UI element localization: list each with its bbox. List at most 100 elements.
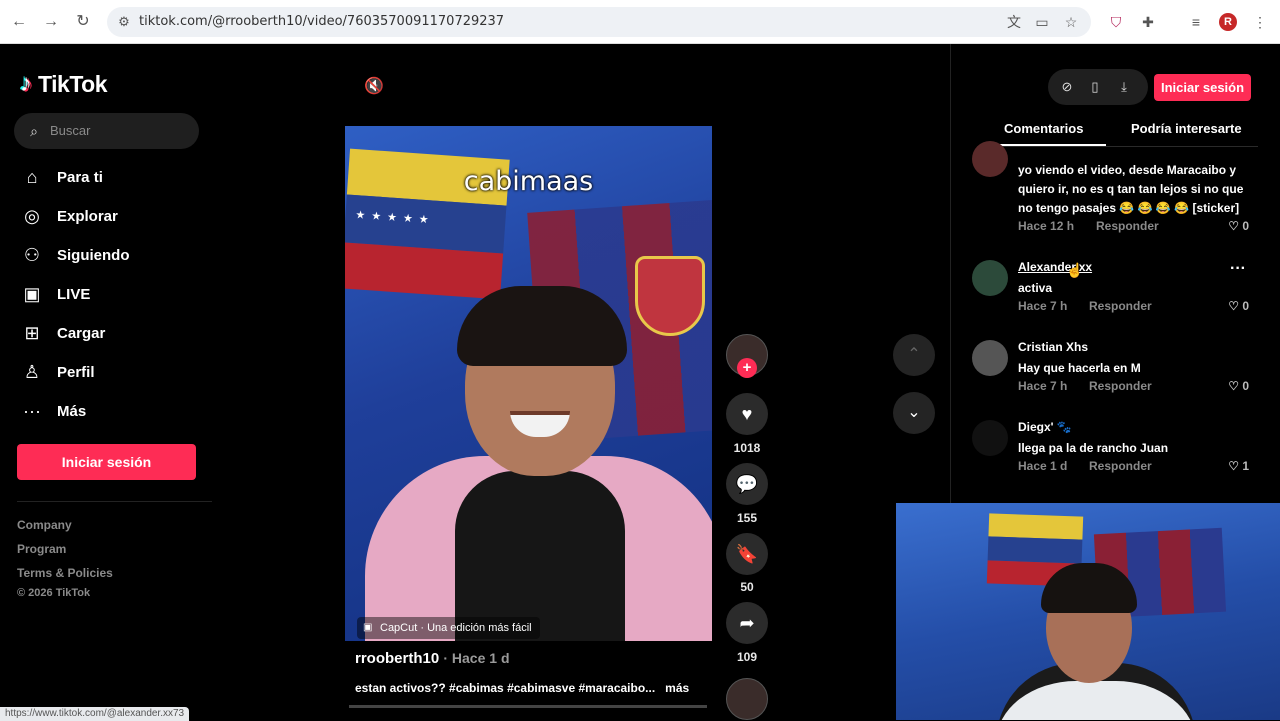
heart-outline-icon: ♡ bbox=[1228, 459, 1243, 473]
comment-like[interactable]: ♡ 1 bbox=[1228, 459, 1249, 473]
bookmark-star-icon[interactable]: ☆ bbox=[1061, 12, 1081, 32]
sidebar-item-para-ti[interactable]: ⌂ Para ti bbox=[20, 161, 210, 193]
chevron-down-icon: ⌄ bbox=[907, 404, 921, 421]
mute-icon[interactable]: 🔇 bbox=[362, 76, 386, 98]
tiktok-logo[interactable]: ♪ TikTok bbox=[20, 68, 108, 100]
comment-time: Hace 7 h bbox=[1018, 379, 1068, 393]
sidebar-item-explorar[interactable]: ◎ Explorar bbox=[20, 200, 210, 232]
reply-button[interactable]: Responder bbox=[1089, 379, 1152, 393]
url-text[interactable]: tiktok.com/@rrooberth10/video/7603570091… bbox=[139, 14, 504, 29]
next-creator-avatar[interactable] bbox=[726, 678, 768, 720]
search-input[interactable]: ⌕ Buscar bbox=[14, 113, 199, 149]
home-icon: ⌂ bbox=[26, 167, 38, 187]
forward-icon[interactable]: → bbox=[40, 11, 62, 33]
avatar[interactable] bbox=[972, 260, 1008, 296]
share-arrow-icon: ➦ bbox=[739, 613, 755, 633]
footer-company[interactable]: Company bbox=[17, 518, 72, 532]
comment-button[interactable]: 💬 bbox=[726, 463, 768, 505]
phone-icon[interactable]: ▯ bbox=[1086, 78, 1104, 96]
install-app-icon[interactable]: ▭ bbox=[1032, 12, 1052, 32]
comment-author[interactable]: Diegx' 🐾 bbox=[1018, 420, 1072, 434]
tiktok-note-icon: ♪ bbox=[20, 70, 32, 97]
sidebar-divider bbox=[17, 501, 212, 502]
coin-icon[interactable]: ⊘ bbox=[1058, 78, 1076, 96]
sidebar-item-mas[interactable]: ··· Más bbox=[20, 395, 210, 427]
panel-login-button[interactable]: Iniciar sesión bbox=[1154, 74, 1251, 101]
avatar[interactable] bbox=[972, 141, 1008, 177]
video-author[interactable]: rrooberth10 · Hace 1 d bbox=[355, 650, 510, 667]
compass-icon: ◎ bbox=[24, 206, 40, 226]
comment-item: Cristian Xhs Hay que hacerla en M Hace 7… bbox=[972, 340, 1257, 396]
profile-avatar[interactable]: R bbox=[1219, 13, 1237, 31]
comment-like[interactable]: ♡ 0 bbox=[1228, 299, 1249, 313]
comment-time: Hace 12 h bbox=[1018, 219, 1075, 233]
fcb-crest bbox=[635, 256, 705, 336]
footer-terms[interactable]: Terms & Policies bbox=[17, 566, 113, 580]
sidebar-item-cargar[interactable]: ⊞ Cargar bbox=[20, 317, 210, 349]
chrome-menu-icon[interactable]: ⋮ bbox=[1250, 12, 1270, 32]
follow-plus-icon[interactable]: + bbox=[737, 358, 757, 378]
comment-like[interactable]: ♡ 0 bbox=[1228, 219, 1249, 233]
video-time: · Hace 1 d bbox=[443, 650, 510, 666]
avatar[interactable] bbox=[972, 420, 1008, 456]
save-count: 50 bbox=[740, 580, 754, 594]
footer-program[interactable]: Program bbox=[17, 542, 66, 556]
video-caption: cabimaas bbox=[463, 166, 594, 197]
tab-podria-interesarte[interactable]: Podría interesarte bbox=[1131, 121, 1242, 136]
video-description: estan activos?? #cabimas #cabimasve #mar… bbox=[355, 681, 690, 695]
share-button[interactable]: ➦ bbox=[726, 602, 768, 644]
reply-button[interactable]: Responder bbox=[1096, 219, 1159, 233]
avatar[interactable] bbox=[972, 340, 1008, 376]
reply-button[interactable]: Responder bbox=[1089, 299, 1152, 313]
address-bar[interactable]: ⚙ tiktok.com/@rrooberth10/video/76035700… bbox=[107, 7, 1091, 37]
person-shirt bbox=[455, 471, 625, 641]
mouse-cursor-icon: ☝ bbox=[1066, 262, 1084, 278]
login-button[interactable]: Iniciar sesión bbox=[17, 444, 196, 480]
person-hair bbox=[457, 286, 627, 366]
heart-outline-icon: ♡ bbox=[1228, 299, 1243, 313]
heart-outline-icon: ♡ bbox=[1228, 379, 1243, 393]
next-video-button[interactable]: ⌄ bbox=[893, 392, 935, 434]
video-progress-bar[interactable] bbox=[349, 705, 707, 708]
like-button[interactable]: ♥ bbox=[726, 393, 768, 435]
live-icon: ▣ bbox=[23, 284, 41, 304]
following-icon: ⚇ bbox=[23, 245, 41, 265]
reply-button[interactable]: Responder bbox=[1089, 459, 1152, 473]
sidebar-item-perfil[interactable]: ♙ Perfil bbox=[20, 356, 210, 388]
browser-toolbar: ← → ↻ ⚙ tiktok.com/@rrooberth10/video/76… bbox=[0, 0, 1280, 44]
site-settings-icon[interactable]: ⚙ bbox=[115, 13, 133, 31]
comment-text: yo viendo el video, desde Maracaibo y qu… bbox=[1018, 163, 1244, 215]
extensions-puzzle-icon[interactable]: ✚ bbox=[1138, 12, 1158, 32]
capcut-tag[interactable]: ▣ CapCut · Una edición más fácil bbox=[357, 617, 540, 639]
tab-comentarios[interactable]: Comentarios bbox=[1004, 121, 1083, 136]
chevron-up-icon: ⌃ bbox=[907, 346, 921, 363]
panel-toolbar: ⊘ ▯ ⤓ bbox=[1048, 69, 1148, 105]
video-player[interactable]: ★★★★★ cabimaas ▣ CapCut · Una edición má… bbox=[345, 126, 712, 641]
media-controls-icon[interactable]: ≡ bbox=[1186, 12, 1206, 32]
sidebar-item-siguiendo[interactable]: ⚇ Siguiendo bbox=[20, 239, 210, 271]
share-count: 109 bbox=[736, 650, 758, 664]
more-link[interactable]: más bbox=[665, 681, 689, 695]
author-name[interactable]: rrooberth10 bbox=[355, 650, 439, 667]
status-bar-url: https://www.tiktok.com/@alexander.xx73 bbox=[0, 707, 190, 721]
capcut-icon: ▣ bbox=[363, 622, 373, 633]
download-icon[interactable]: ⤓ bbox=[1115, 78, 1133, 96]
webcam-overlay bbox=[896, 503, 1280, 720]
save-button[interactable]: 🔖 bbox=[726, 533, 768, 575]
tabs-divider bbox=[980, 146, 1258, 147]
comment-like[interactable]: ♡ 0 bbox=[1228, 379, 1249, 393]
translate-icon[interactable]: 文 bbox=[1004, 12, 1024, 32]
comment-author[interactable]: Cristian Xhs bbox=[1018, 340, 1088, 354]
sidebar-item-live[interactable]: ▣ LIVE bbox=[20, 278, 210, 310]
comment-more-icon[interactable]: ··· bbox=[1230, 260, 1246, 278]
comment-time: Hace 7 h bbox=[1018, 299, 1068, 313]
shield-extension-icon[interactable]: ⛉ bbox=[1106, 12, 1126, 32]
previous-video-button[interactable]: ⌃ bbox=[893, 334, 935, 376]
profile-icon: ♙ bbox=[23, 362, 41, 382]
upload-icon: ⊞ bbox=[24, 323, 40, 343]
comment-text: Hay que hacerla en M bbox=[1018, 361, 1141, 375]
back-icon[interactable]: ← bbox=[8, 11, 30, 33]
comment-text: llega pa la de rancho Juan bbox=[1018, 441, 1169, 455]
search-icon: ⌕ bbox=[30, 123, 38, 139]
reload-icon[interactable]: ↻ bbox=[72, 11, 94, 33]
